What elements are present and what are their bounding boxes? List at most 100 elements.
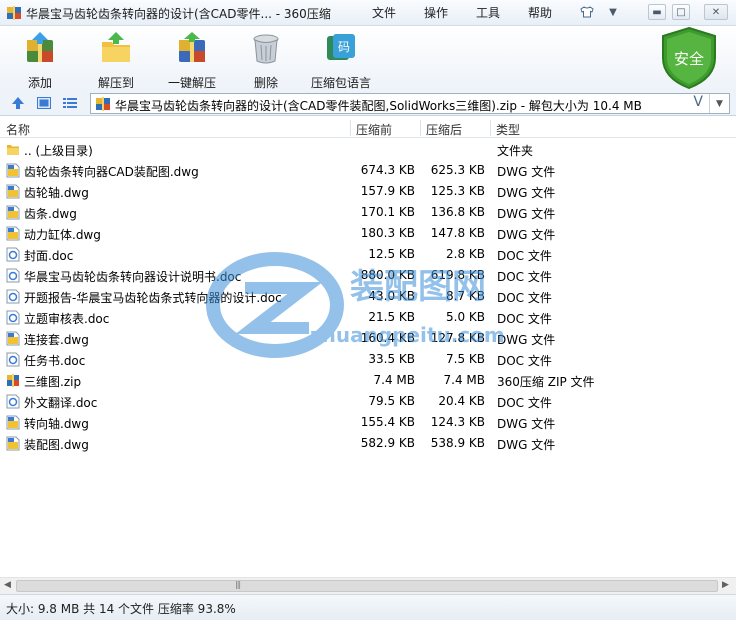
file-row[interactable]: 外文翻译.doc 79.5 KB 20.4 KB DOC 文件 [0,391,736,412]
scrollbar-thumb[interactable] [16,580,718,592]
minimize-button[interactable]: ▬ [648,4,666,20]
scrollbar-grip-icon: ||| [235,580,241,589]
address-input[interactable]: 华晨宝马齿轮齿条转向器的设计(含CAD零件装配图,SolidWorks三维图).… [90,93,730,114]
watermark-logo: 装配图网 zhuangpeitu.com [206,252,505,358]
file-compressed-size: 180.3 KB [360,226,415,240]
archive-language-icon: 码 [327,34,355,60]
file-compressed-size: 582.9 KB [360,436,415,450]
dwg-file-icon [6,184,20,199]
file-name: 动力缸体.dwg [24,228,101,242]
toolbar: 添加 解压到 一键解压 删除 码 压缩包语言 安全 [0,26,736,90]
skin-shirt-icon[interactable] [578,4,596,20]
file-uncompressed-size: 124.3 KB [430,415,485,429]
menu-file[interactable]: 文件 [372,4,396,21]
file-compressed-size: 7.4 MB [373,373,415,387]
archive-language-button[interactable]: 码 压缩包语言 [308,30,374,90]
file-name: 三维图.zip [24,375,82,389]
dwg-file-icon [6,226,20,241]
doc-file-icon [6,247,20,262]
window-title: 华晨宝马齿轮齿条转向器的设计(含CAD零件... - 360压缩 [26,7,331,21]
thumbnail-view-icon[interactable] [36,95,52,111]
doc-file-icon [6,352,20,367]
zip-file-icon [6,373,20,388]
address-path: 华晨宝马齿轮齿条转向器的设计(含CAD零件装配图,SolidWorks三维图).… [115,99,642,113]
file-row[interactable]: .. (上级目录) 文件夹 [0,139,736,160]
file-type: 文件夹 [497,144,534,158]
file-row[interactable]: 装配图.dwg 582.9 KB 538.9 KB DWG 文件 [0,433,736,454]
file-row[interactable]: 动力缸体.dwg 180.3 KB 147.8 KB DWG 文件 [0,223,736,244]
zip-file-icon [96,97,110,111]
column-divider[interactable] [350,120,351,136]
column-uncompressed[interactable]: 压缩后 [426,121,462,138]
file-name: 装配图.dwg [24,438,89,452]
file-name: .. (上级目录) [24,144,93,158]
delete-label: 删除 [253,76,278,90]
watermark-url: zhuangpeitu.com [310,323,505,347]
file-type: DOC 文件 [497,396,552,410]
dwg-file-icon [6,163,20,178]
add-archive-icon [27,32,53,62]
horizontal-scrollbar[interactable]: ◀ ||| ▶ [0,577,736,594]
scroll-right-icon[interactable]: ▶ [722,580,729,590]
column-name[interactable]: 名称 [6,121,30,138]
file-uncompressed-size: 7.4 MB [443,373,485,387]
file-type: DWG 文件 [497,207,556,221]
up-arrow-icon[interactable] [10,95,26,111]
menu-tools[interactable]: 工具 [476,4,500,21]
maximize-button[interactable]: □ [672,4,690,20]
delete-button[interactable]: 删除 [234,30,298,90]
security-shield-icon[interactable]: 安全 [660,26,718,90]
doc-file-icon [6,268,20,283]
app-zip-icon [7,6,21,20]
file-compressed-size: 674.3 KB [360,163,415,177]
column-divider[interactable] [420,120,421,136]
file-type: DWG 文件 [497,417,556,431]
extract-to-button[interactable]: 解压到 [84,30,148,90]
add-label: 添加 [27,76,52,90]
file-uncompressed-size: 625.3 KB [430,163,485,177]
file-row[interactable]: 齿轮齿条转向器CAD装配图.dwg 674.3 KB 625.3 KB DWG 文件 [0,160,736,181]
list-view-icon[interactable] [62,95,78,111]
column-divider[interactable] [490,120,491,136]
chevron-down-icon[interactable]: ▼ [709,94,729,113]
history-dropdown-icon[interactable]: V [693,94,703,110]
close-button[interactable]: ✕ [704,4,728,20]
title-bar: 华晨宝马齿轮齿条转向器的设计(含CAD零件... - 360压缩 文件 操作 工… [0,0,736,26]
file-name: 连接套.dwg [24,333,89,347]
menu-action[interactable]: 操作 [424,4,448,21]
archive-language-glyph: 码 [338,40,350,54]
file-uncompressed-size: 538.9 KB [430,436,485,450]
column-compressed[interactable]: 压缩前 [356,121,392,138]
menu-help[interactable]: 帮助 [528,4,552,21]
file-row[interactable]: 三维图.zip 7.4 MB 7.4 MB 360压缩 ZIP 文件 [0,370,736,391]
one-click-extract-icon [179,32,205,62]
one-click-extract-label: 一键解压 [167,76,216,90]
file-type: DWG 文件 [497,186,556,200]
archive-language-label: 压缩包语言 [310,76,371,90]
file-row[interactable]: 齿条.dwg 170.1 KB 136.8 KB DWG 文件 [0,202,736,223]
extract-to-icon [102,32,130,62]
file-row[interactable]: 齿轮轴.dwg 157.9 KB 125.3 KB DWG 文件 [0,181,736,202]
extract-to-label: 解压到 [97,76,134,90]
status-text: 大小: 9.8 MB 共 14 个文件 压缩率 93.8% [6,602,236,616]
add-button[interactable]: 添加 [8,30,72,90]
file-uncompressed-size: 147.8 KB [430,226,485,240]
dwg-file-icon [6,205,20,220]
navigation-bar: 华晨宝马齿轮齿条转向器的设计(含CAD零件装配图,SolidWorks三维图).… [0,90,736,116]
file-compressed-size: 79.5 KB [368,394,415,408]
security-badge-text: 安全 [674,50,704,68]
scroll-left-icon[interactable]: ◀ [4,580,11,590]
column-type[interactable]: 类型 [496,121,520,138]
menu-arrow-icon[interactable]: ▼ [604,4,622,20]
file-compressed-size: 170.1 KB [360,205,415,219]
doc-file-icon [6,289,20,304]
file-name: 齿轮轴.dwg [24,186,89,200]
one-click-extract-button[interactable]: 一键解压 [160,30,224,90]
file-name: 立题审核表.doc [24,312,110,326]
file-row[interactable]: 转向轴.dwg 155.4 KB 124.3 KB DWG 文件 [0,412,736,433]
status-bar: 大小: 9.8 MB 共 14 个文件 压缩率 93.8% [0,594,736,620]
watermark-title: 装配图网 [350,267,486,307]
file-uncompressed-size: 20.4 KB [438,394,485,408]
file-compressed-size: 157.9 KB [360,184,415,198]
file-name: 封面.doc [24,249,74,263]
